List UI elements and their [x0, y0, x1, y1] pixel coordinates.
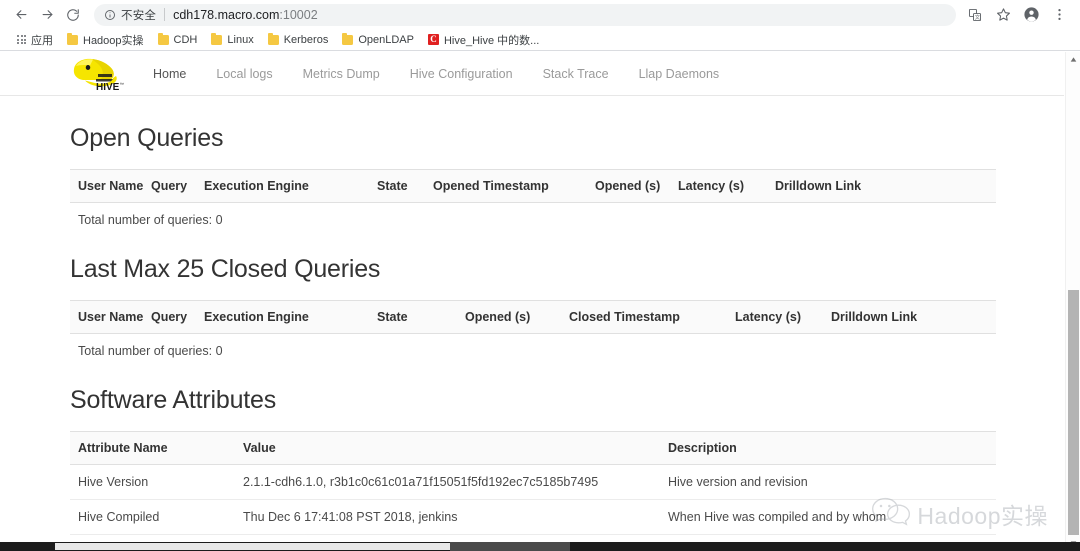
url-separator — [164, 8, 166, 21]
column-header: State — [369, 300, 457, 334]
column-header: Opened (s) — [587, 169, 670, 203]
column-header: Closed Timestamp — [561, 300, 727, 334]
column-header: Latency (s) — [727, 300, 823, 334]
attribute-name: Hive Compiled — [70, 499, 235, 535]
url-host-text: cdh178.macro.com — [173, 7, 280, 22]
bookmark-cdh[interactable]: CDH — [151, 31, 205, 49]
bookmark-label: CDH — [173, 33, 198, 46]
open-queries-title: Open Queries — [70, 124, 224, 152]
browser-window: 不安全 cdh178.macro.com :10002 文 应用 Hadoop实… — [0, 0, 1080, 551]
open-queries-total: Total number of queries: 0 — [78, 213, 223, 227]
folder-icon — [267, 32, 279, 45]
toolbar-actions: 文 — [962, 2, 1072, 28]
folder-icon — [157, 32, 169, 45]
nav-link-stack-trace[interactable]: Stack Trace — [528, 67, 624, 81]
security-status-label: 不安全 — [121, 9, 157, 22]
bookmark-label: Hive_Hive 中的数... — [443, 34, 540, 47]
nav-link-metrics-dump[interactable]: Metrics Dump — [288, 67, 395, 81]
table-header-row: User Name Query Execution Engine State O… — [70, 300, 996, 334]
browser-toolbar: 不安全 cdh178.macro.com :10002 文 — [0, 0, 1080, 29]
address-bar[interactable]: 不安全 cdh178.macro.com :10002 — [94, 3, 956, 26]
bookmark-label: Kerberos — [283, 33, 329, 46]
column-header: Query — [143, 300, 196, 334]
software-attributes-body: Hive Version 2.1.1-cdh6.1.0, r3b1c0c61c0… — [70, 464, 996, 551]
column-header: Query — [143, 169, 196, 203]
nav-link-home[interactable]: Home — [138, 67, 201, 81]
site-info-icon[interactable] — [104, 9, 116, 21]
closed-queries-total: Total number of queries: 0 — [78, 344, 223, 358]
hive-logo[interactable]: HIVE ™ — [70, 54, 126, 94]
column-header: Value — [235, 431, 660, 465]
back-arrow-icon[interactable] — [8, 2, 34, 28]
software-attributes-title: Software Attributes — [70, 386, 277, 414]
column-header: Drilldown Link — [823, 300, 996, 334]
attribute-description: Hive version and revision — [660, 464, 996, 500]
bookmark-apps[interactable]: 应用 — [10, 31, 60, 49]
column-header: Attribute Name — [70, 431, 235, 465]
open-queries-table: User Name Query Execution Engine State O… — [70, 169, 996, 203]
star-icon[interactable] — [990, 2, 1016, 28]
software-attributes-table: Attribute Name Value Description Hive Ve… — [70, 431, 996, 551]
bookmark-label: Linux — [227, 33, 254, 46]
folder-icon — [342, 32, 354, 45]
column-header: Opened (s) — [457, 300, 561, 334]
table-header-row: Attribute Name Value Description — [70, 431, 996, 465]
bookmark-label: 应用 — [31, 34, 53, 47]
hive-logo-tm: ™ — [120, 82, 125, 87]
column-header: Drilldown Link — [767, 169, 996, 203]
attribute-description: When Hive was compiled and by whom — [660, 499, 996, 535]
column-header: User Name — [70, 169, 143, 203]
hive-logo-text: HIVE — [96, 82, 120, 93]
apps-grid-icon — [17, 35, 26, 44]
nav-link-hive-configuration[interactable]: Hive Configuration — [395, 67, 528, 81]
attribute-value: Thu Dec 6 17:41:08 PST 2018, jenkins — [235, 499, 660, 535]
page-viewport: HIVE ™ Home Local logs Metrics Dump Hive… — [0, 52, 1080, 551]
hive-navbar: HIVE ™ Home Local logs Metrics Dump Hive… — [0, 52, 1064, 96]
nav-link-llap-daemons[interactable]: Llap Daemons — [624, 67, 735, 81]
table-header-row: User Name Query Execution Engine State O… — [70, 169, 996, 203]
table-row: Hive Compiled Thu Dec 6 17:41:08 PST 201… — [70, 499, 996, 535]
hive-nav-links: Home Local logs Metrics Dump Hive Config… — [138, 67, 734, 81]
horizontal-scrollbar-track-segment — [450, 542, 570, 551]
vertical-scrollbar[interactable] — [1065, 52, 1080, 551]
bookmark-openldap[interactable]: OpenLDAP — [335, 31, 421, 49]
hiveserver2-web-ui: HIVE ™ Home Local logs Metrics Dump Hive… — [0, 52, 1064, 551]
bookmark-linux[interactable]: Linux — [204, 31, 260, 49]
column-header: User Name — [70, 300, 143, 334]
horizontal-scrollbar-thumb[interactable] — [55, 543, 450, 550]
bookmark-hive-hive[interactable]: C Hive_Hive 中的数... — [421, 31, 546, 49]
forward-arrow-icon[interactable] — [34, 2, 60, 28]
attribute-value: 2.1.1-cdh6.1.0, r3b1c0c61c01a71f15051f5f… — [235, 464, 660, 500]
bookmark-kerberos[interactable]: Kerberos — [261, 31, 336, 49]
three-dot-menu-icon[interactable] — [1046, 2, 1072, 28]
column-header: Latency (s) — [670, 169, 767, 203]
cloudera-c-icon: C — [427, 34, 439, 45]
bookmark-hadoop-shicao[interactable]: Hadoop实操 — [60, 31, 151, 49]
closed-queries-table: User Name Query Execution Engine State O… — [70, 300, 996, 334]
profile-avatar-icon[interactable] — [1018, 2, 1044, 28]
nav-link-local-logs[interactable]: Local logs — [201, 67, 287, 81]
url-port-text: :10002 — [279, 7, 318, 22]
page-content: Open Queries User Name Query Execution E… — [0, 124, 1064, 551]
bookmark-label: Hadoop实操 — [83, 34, 144, 47]
closed-queries-title: Last Max 25 Closed Queries — [70, 255, 381, 283]
column-header: Description — [660, 431, 996, 465]
folder-icon — [67, 32, 78, 45]
translate-icon[interactable]: 文 — [962, 2, 988, 28]
folder-icon — [211, 32, 223, 45]
reload-icon[interactable] — [60, 2, 86, 28]
attribute-name: Hive Version — [70, 464, 235, 500]
horizontal-scrollbar[interactable] — [0, 542, 1080, 551]
bookmarks-bar: 应用 Hadoop实操 CDH Linux Kerberos OpenLDAP … — [0, 29, 1080, 51]
scroll-up-arrow-icon[interactable] — [1066, 52, 1080, 67]
vertical-scrollbar-thumb[interactable] — [1068, 290, 1079, 535]
column-header: Opened Timestamp — [425, 169, 587, 203]
bookmark-label: OpenLDAP — [358, 33, 414, 46]
table-row: Hive Version 2.1.1-cdh6.1.0, r3b1c0c61c0… — [70, 464, 996, 500]
column-header: Execution Engine — [196, 300, 369, 334]
column-header: Execution Engine — [196, 169, 369, 203]
column-header: State — [369, 169, 425, 203]
